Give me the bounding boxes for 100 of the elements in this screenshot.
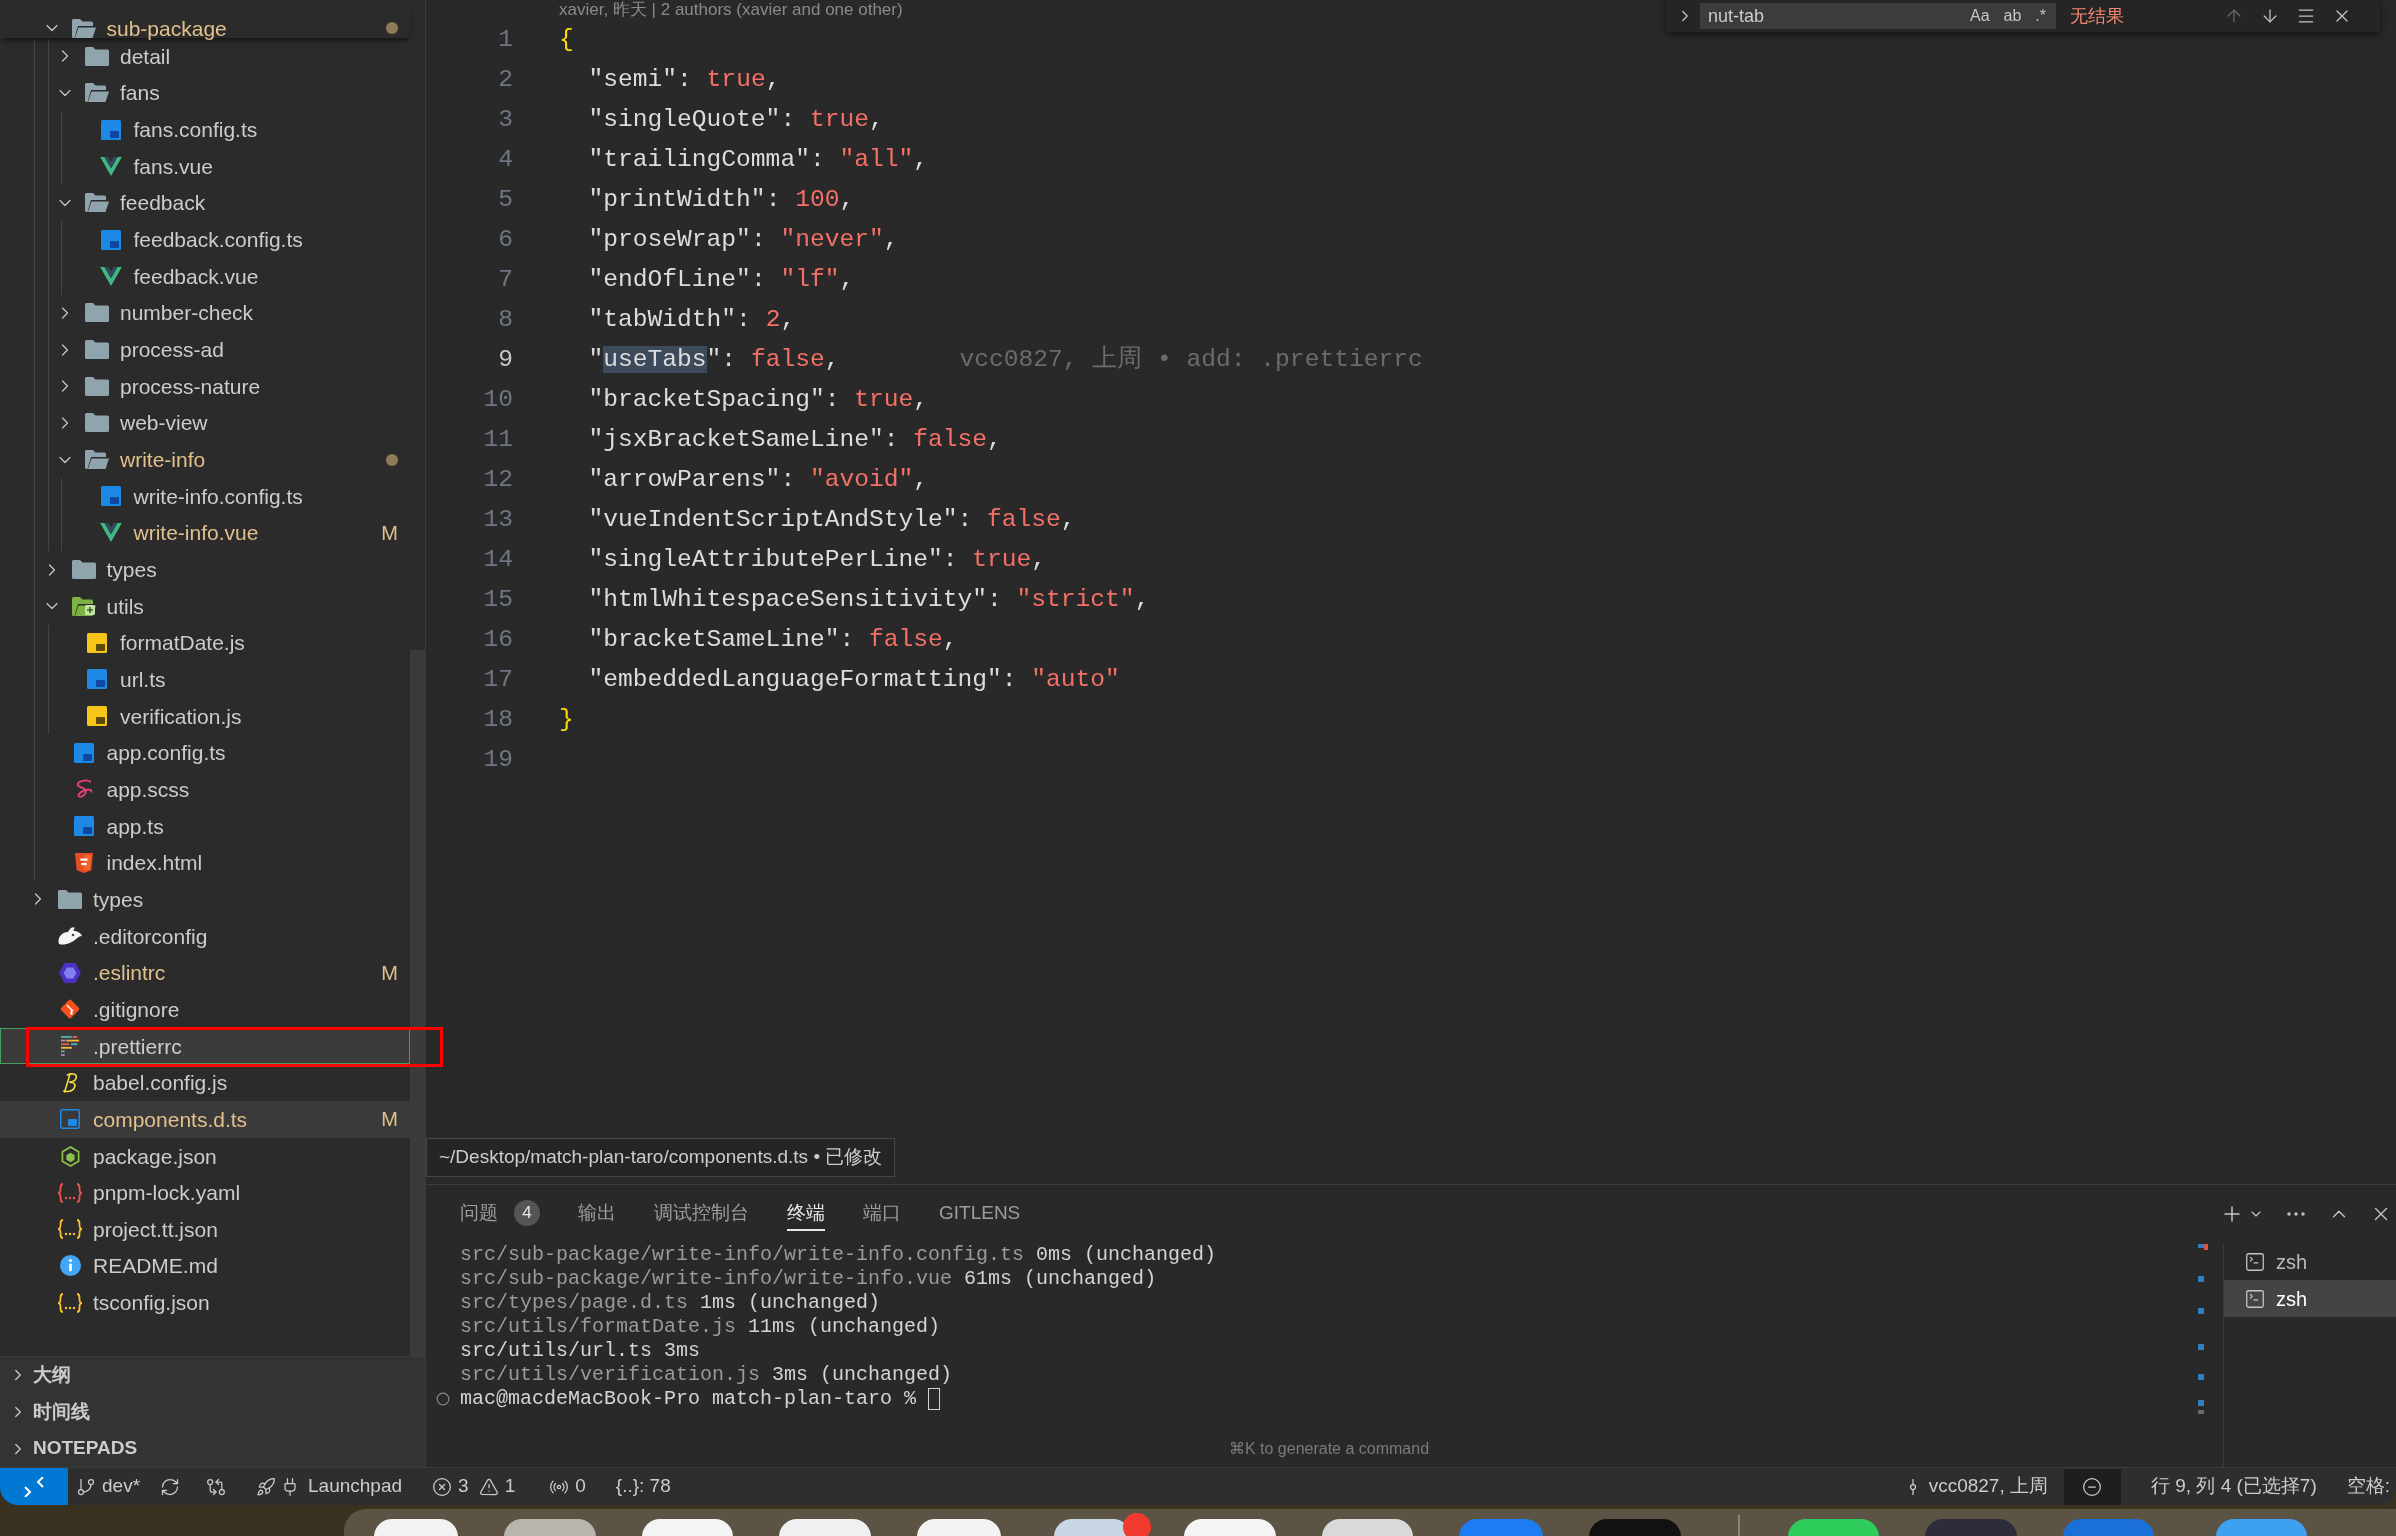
tree-item[interactable]: write-info [0,441,410,478]
remote-button[interactable] [0,1468,68,1505]
line-number: 12 [482,464,513,495]
tree-item[interactable]: types [0,551,410,588]
tree-item[interactable]: babel.config.js [0,1064,410,1102]
babel-icon [62,1072,78,1093]
tree-item[interactable]: package.json [0,1137,410,1175]
terminal-line: src/sub-package/write-info/write-info.vue 61ms (unchanged) [460,1267,1157,1291]
sass-file-icon [74,779,93,800]
tree-item[interactable]: .editorconfig [0,917,410,955]
terminal-tab[interactable]: zsh [2224,1243,2396,1280]
git-status: M [381,962,398,983]
code-line: "bracketSpacing": true, [587,384,928,415]
tree-item[interactable]: verification.js [0,697,410,735]
tree-item[interactable]: fans.config.ts [0,111,410,148]
line-number: 16 [482,624,513,655]
ports-status[interactable]: 0 [549,1472,586,1501]
tree-item[interactable]: pnpm-lock.yaml [0,1174,410,1211]
panel-tab[interactable]: 端口 [863,1197,901,1231]
tree-item[interactable]: README.md [0,1247,410,1285]
tree-item[interactable]: app.ts [0,807,410,845]
tree-item[interactable]: write-info.config.ts [0,477,410,515]
status-item[interactable]: {..}: 78 [615,1472,671,1501]
code-line: "jsxBracketSameLine": false, [587,424,1002,455]
panel-tab[interactable]: 问题 4 [460,1197,540,1231]
line-number: 13 [482,504,513,535]
tree-item[interactable]: feedback.vue [0,257,410,295]
section-header[interactable]: 时间线 [0,1393,425,1431]
section-header[interactable]: 大纲 [0,1357,425,1394]
line-number: 19 [482,744,513,775]
code-line: "tabWidth": 2, [587,304,796,335]
codelens[interactable]: xavier, 昨天 | 2 authors (xavier and one other) [559,0,903,20]
tree-item[interactable]: feedback [0,184,410,222]
tree-item[interactable]: sub-package [0,0,410,38]
rocket-icon [256,1476,277,1497]
git-compare-icon[interactable] [206,1476,227,1497]
sync-icon[interactable] [160,1476,181,1497]
find-input[interactable]: nut-tab Aa ab .* [1700,3,2056,29]
tree-item[interactable]: app.scss [0,771,410,808]
code-line: "arrowParens": "avoid", [587,464,928,495]
find-option-toggle[interactable]: .* [2031,4,2050,28]
folder-icon [85,376,109,396]
javascript-file-icon [87,706,107,727]
find-option-toggle[interactable]: Aa [1965,4,1994,28]
status-bar-button[interactable] [2063,1468,2121,1505]
tree-item[interactable]: app.config.ts [0,734,410,772]
launchpad-status[interactable]: Launchpad [256,1472,403,1501]
terminal-tab[interactable]: zsh [2224,1280,2396,1317]
status-item[interactable]: 行 9, 列 4 (已选择7) [2150,1472,2317,1501]
problems-status[interactable]: 3 1 [432,1472,516,1501]
tree-item[interactable]: utils [0,587,410,625]
tree-item[interactable]: tsconfig.json [0,1284,410,1321]
panel-tab[interactable]: 调试控制台 [654,1197,749,1231]
git-branch-icon [76,1476,96,1497]
html-file-icon [74,852,93,873]
tree-item[interactable]: url.ts [0,661,410,698]
terminal-line: src/sub-package/write-info/write-info.config.ts 0ms (unchanged) [460,1243,1217,1267]
tree-item[interactable]: write-info.vue M [0,514,410,552]
open-folder-icon [85,193,109,213]
vue-file-icon [99,156,122,176]
vue-file-icon [99,523,122,543]
status-item[interactable]: 空格: [2346,1472,2390,1501]
tree-item[interactable]: .gitignore [0,991,410,1028]
panel-tab[interactable]: 终端 [787,1197,825,1231]
find-option-toggle[interactable]: ab [1999,4,2026,28]
tree-item[interactable]: formatDate.js [0,624,410,662]
info-icon [59,1255,81,1277]
scrollbar-thumb[interactable] [410,650,425,1357]
blame-status[interactable]: vcc0827, 上周 [1902,1472,2048,1501]
code-line: "singleQuote": true, [587,104,884,135]
section-header[interactable]: NOTEPADS [0,1430,425,1467]
tree-item[interactable]: number-check [0,294,410,332]
tree-item[interactable]: .eslintrc M [0,954,410,992]
circle-minus-icon [2082,1476,2103,1497]
line-number: 14 [482,544,513,575]
tree-item[interactable]: fans [0,74,410,112]
code-line: "proseWrap": "never", [587,224,899,255]
line-number: 8 [497,304,513,335]
panel-tab[interactable]: 输出 [578,1197,616,1231]
tree-item[interactable]: components.d.ts M [0,1101,410,1138]
tree-item[interactable]: web-view [0,404,410,442]
tree-item[interactable]: feedback.config.ts [0,221,410,258]
code-line: "vueIndentScriptAndStyle": false, [587,504,1076,535]
terminal-line: src/utils/formatDate.js 11ms (unchanged) [460,1315,941,1339]
panel-tab[interactable]: GITLENS [939,1197,1021,1231]
tree-item[interactable]: process-nature [0,367,410,405]
tree-item[interactable]: index.html [0,844,410,882]
branch-status[interactable]: dev* [76,1472,141,1501]
editorconfig-icon [58,926,82,947]
open-folder-icon [71,18,96,38]
command-status-icon[interactable] [436,1392,450,1406]
typescript-file-icon [100,229,121,250]
tree-item[interactable]: types [0,881,410,918]
tree-item[interactable]: project.tt.json [0,1211,410,1248]
folder-icon [71,560,96,579]
tree-item[interactable]: fans.vue [0,147,410,185]
line-number: 17 [482,664,513,695]
tree-item[interactable]: process-ad [0,331,410,368]
code-line: "embeddedLanguageFormatting": "auto" [587,664,1120,695]
inline-blame: vcc0827, 上周 • add: .prettierrc [959,344,1423,375]
